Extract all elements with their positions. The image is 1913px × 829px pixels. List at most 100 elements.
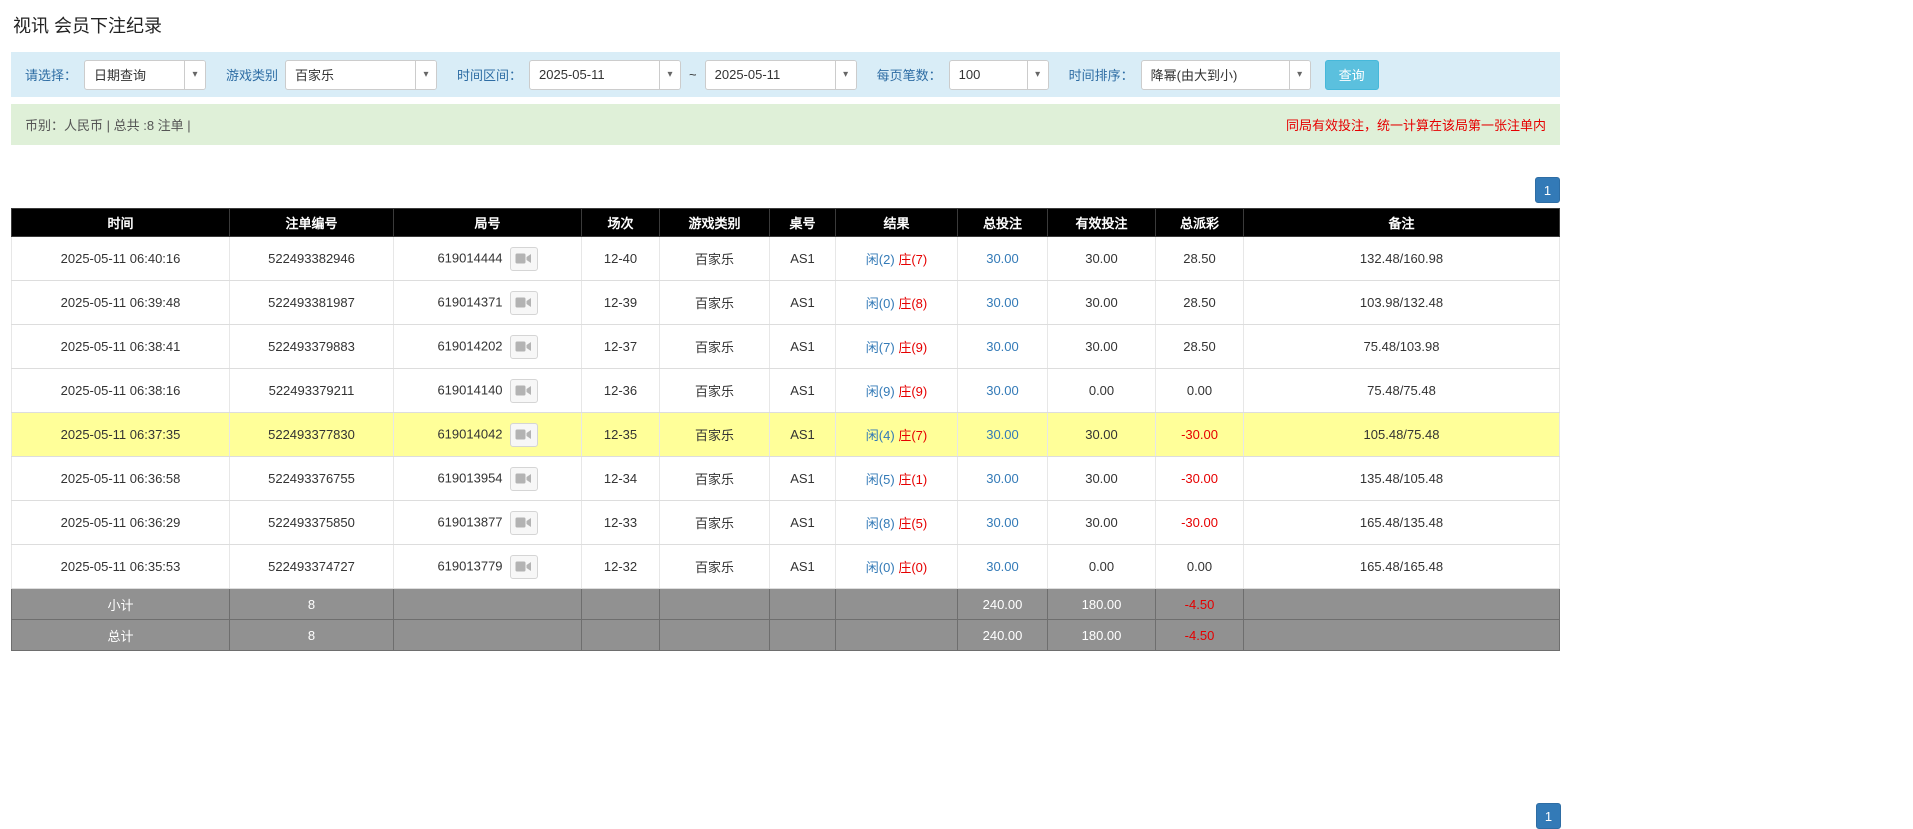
column-header: 结果 (836, 209, 958, 237)
table-header-row: 时间注单编号局号场次游戏类别桌号结果总投注有效投注总派彩备注 (12, 209, 1560, 237)
video-replay-button[interactable] (510, 335, 538, 359)
cell-time: 2025-05-11 06:38:16 (12, 369, 230, 413)
result-banker: 庄(7) (898, 428, 927, 443)
cell-note: 75.48/103.98 (1244, 325, 1560, 369)
cell-payout: 0.00 (1156, 369, 1244, 413)
video-replay-button[interactable] (510, 467, 538, 491)
summary-empty-cell (660, 620, 770, 651)
sort-order-value: 降幂(由大到小) (1142, 61, 1289, 89)
cell-time: 2025-05-11 06:37:35 (12, 413, 230, 457)
column-header: 备注 (1244, 209, 1560, 237)
cell-session: 12-40 (582, 237, 660, 281)
result-banker: 庄(9) (898, 384, 927, 399)
cell-bet-id: 522493375850 (230, 501, 394, 545)
date-to-select[interactable]: 2025-05-11 ▾ (705, 60, 857, 90)
cell-note: 135.48/105.48 (1244, 457, 1560, 501)
cell-note: 103.98/132.48 (1244, 281, 1560, 325)
total-bet-link[interactable]: 30.00 (986, 427, 1019, 442)
cell-table-no: AS1 (770, 413, 836, 457)
table-row: 2025-05-11 06:38:16522493379211619014140… (12, 369, 1560, 413)
video-replay-button[interactable] (510, 291, 538, 315)
cell-total-bet: 30.00 (958, 325, 1048, 369)
total-bet-link[interactable]: 30.00 (986, 383, 1019, 398)
cell-round-id: 619013779 (394, 545, 582, 589)
video-replay-button[interactable] (510, 511, 538, 535)
filter-label-select: 请选择： (25, 65, 77, 84)
chevron-down-icon[interactable]: ▾ (184, 61, 205, 89)
column-header: 时间 (12, 209, 230, 237)
cell-time: 2025-05-11 06:36:58 (12, 457, 230, 501)
column-header: 总投注 (958, 209, 1048, 237)
result-banker: 庄(1) (898, 472, 927, 487)
total-bet-link[interactable]: 30.00 (986, 251, 1019, 266)
summary-valid-bet: 180.00 (1048, 620, 1156, 651)
video-replay-button[interactable] (510, 555, 538, 579)
total-bet-link[interactable]: 30.00 (986, 515, 1019, 530)
video-replay-button[interactable] (510, 423, 538, 447)
table-row: 2025-05-11 06:35:53522493374727619013779… (12, 545, 1560, 589)
cell-result: 闲(7) 庄(9) (836, 325, 958, 369)
cell-session: 12-37 (582, 325, 660, 369)
cell-game-type: 百家乐 (660, 545, 770, 589)
chevron-down-icon[interactable]: ▾ (415, 61, 436, 89)
cell-bet-id: 522493379211 (230, 369, 394, 413)
cell-table-no: AS1 (770, 325, 836, 369)
column-header: 桌号 (770, 209, 836, 237)
summary-empty-cell (770, 620, 836, 651)
total-bet-link[interactable]: 30.00 (986, 471, 1019, 486)
cell-result: 闲(2) 庄(7) (836, 237, 958, 281)
cell-valid-bet: 30.00 (1048, 501, 1156, 545)
page-title: 视讯 会员下注纪录 (13, 12, 1902, 38)
cell-game-type: 百家乐 (660, 501, 770, 545)
chevron-down-icon[interactable]: ▾ (835, 61, 856, 89)
cell-payout: -30.00 (1156, 457, 1244, 501)
query-type-select[interactable]: 日期查询 ▾ (84, 60, 206, 90)
result-player: 闲(4) (866, 428, 895, 443)
chevron-down-icon[interactable]: ▾ (659, 61, 680, 89)
cell-total-bet: 30.00 (958, 281, 1048, 325)
summary-empty-cell (660, 589, 770, 620)
summary-total-bet: 240.00 (958, 620, 1048, 651)
video-replay-button[interactable] (510, 379, 538, 403)
cell-result: 闲(0) 庄(0) (836, 545, 958, 589)
page-size-select[interactable]: 100 ▾ (949, 60, 1049, 90)
cell-bet-id: 522493377830 (230, 413, 394, 457)
cell-result: 闲(5) 庄(1) (836, 457, 958, 501)
cell-total-bet: 30.00 (958, 457, 1048, 501)
summary-currency-text: 币别：人民币 | 总共 :8 注单 | (25, 115, 191, 134)
cell-time: 2025-05-11 06:39:48 (12, 281, 230, 325)
cell-bet-id: 522493374727 (230, 545, 394, 589)
cell-total-bet: 30.00 (958, 501, 1048, 545)
summary-empty-cell (394, 589, 582, 620)
page-button[interactable]: 1 (1536, 803, 1561, 829)
round-id-text: 619013954 (437, 470, 502, 485)
search-button[interactable]: 查询 (1325, 60, 1379, 90)
total-bet-link[interactable]: 30.00 (986, 339, 1019, 354)
video-replay-button[interactable] (510, 247, 538, 271)
cell-time: 2025-05-11 06:40:16 (12, 237, 230, 281)
summary-count: 8 (230, 589, 394, 620)
cell-round-id: 619014140 (394, 369, 582, 413)
summary-payout: -4.50 (1156, 589, 1244, 620)
game-type-select[interactable]: 百家乐 ▾ (285, 60, 437, 90)
pagination-top: 1 (11, 177, 1560, 203)
chevron-down-icon[interactable]: ▾ (1027, 61, 1048, 89)
sort-order-select[interactable]: 降幂(由大到小) ▾ (1141, 60, 1311, 90)
page-button[interactable]: 1 (1535, 177, 1560, 203)
cell-session: 12-33 (582, 501, 660, 545)
chevron-down-icon[interactable]: ▾ (1289, 61, 1310, 89)
cell-bet-id: 522493381987 (230, 281, 394, 325)
summary-empty-cell (836, 620, 958, 651)
cell-valid-bet: 30.00 (1048, 325, 1156, 369)
date-from-select[interactable]: 2025-05-11 ▾ (529, 60, 681, 90)
total-bet-link[interactable]: 30.00 (986, 559, 1019, 574)
column-header: 有效投注 (1048, 209, 1156, 237)
cell-session: 12-35 (582, 413, 660, 457)
total-bet-link[interactable]: 30.00 (986, 295, 1019, 310)
cell-payout: -30.00 (1156, 501, 1244, 545)
table-row: 2025-05-11 06:40:16522493382946619014444… (12, 237, 1560, 281)
cell-round-id: 619013954 (394, 457, 582, 501)
cell-total-bet: 30.00 (958, 545, 1048, 589)
cell-payout: 28.50 (1156, 325, 1244, 369)
cell-time: 2025-05-11 06:38:41 (12, 325, 230, 369)
